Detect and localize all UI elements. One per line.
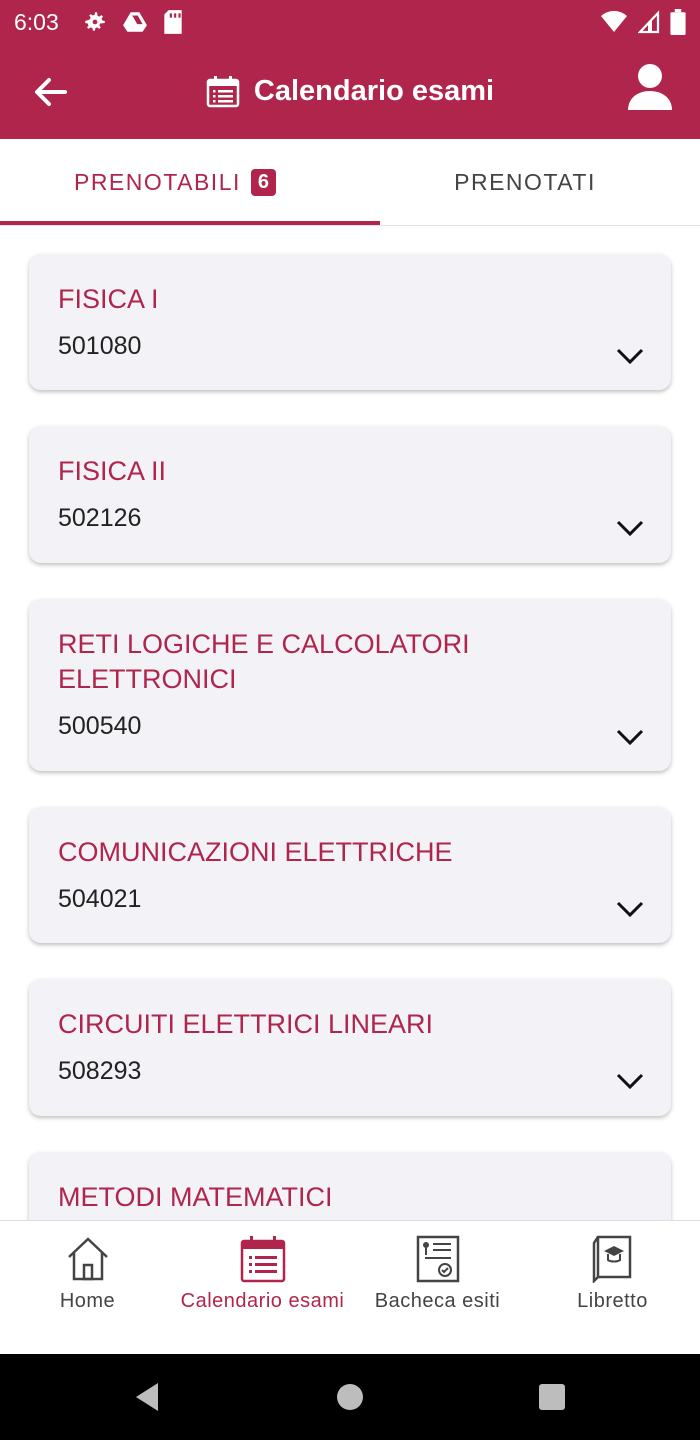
exam-title: FISICA I (58, 284, 159, 314)
profile-button[interactable] (626, 62, 674, 118)
chevron-down-icon[interactable] (615, 518, 645, 538)
home-icon (67, 1237, 108, 1281)
status-icons-right (600, 9, 686, 35)
chevron-down-icon[interactable] (615, 727, 645, 747)
results-board-icon (416, 1235, 459, 1283)
app-bar-title-group: Calendario esami (0, 44, 700, 139)
nav-label: Libretto (577, 1290, 648, 1312)
exam-card[interactable]: RETI LOGICHE E CALCOLATORI ELETTRONICI 5… (29, 599, 671, 771)
system-navigation-bar (0, 1354, 700, 1440)
recents-square-icon[interactable] (536, 1381, 568, 1413)
signal-icon (638, 10, 660, 34)
page-title: Calendario esami (253, 75, 495, 107)
back-triangle-icon[interactable] (132, 1381, 164, 1413)
nav-item-bacheca-esiti[interactable]: Bacheca esiti (350, 1221, 525, 1355)
exam-list: FISICA I 501080 FISICA II 502126 RETI LO… (0, 226, 700, 1220)
nav-label: Bacheca esiti (374, 1290, 501, 1312)
exam-title: CIRCUITI ELETTRICI LINEARI (58, 1009, 434, 1039)
calendar-icon (240, 1236, 285, 1283)
exam-card[interactable]: FISICA II 502126 (29, 426, 671, 563)
exam-code: 508293 (58, 1057, 142, 1085)
drive-icon (123, 12, 147, 32)
battery-icon (670, 9, 686, 35)
nav-item-libretto[interactable]: Libretto (525, 1221, 700, 1355)
tab-prenotati[interactable]: PRENOTATI (350, 139, 700, 225)
exam-code: 500540 (58, 712, 142, 740)
exam-code: 504021 (58, 885, 142, 913)
chevron-down-icon[interactable] (615, 1071, 645, 1091)
chevron-down-icon[interactable] (615, 899, 645, 919)
chevron-down-icon[interactable] (615, 346, 645, 366)
exam-title: METODI MATEMATICI (58, 1182, 333, 1212)
tab-bar: PRENOTABILI 6 PRENOTATI (0, 139, 700, 226)
exam-code: 501080 (58, 332, 142, 360)
gear-icon (85, 12, 105, 31)
booklet-icon (592, 1235, 631, 1283)
sd-card-icon (164, 10, 182, 34)
exam-card[interactable]: CIRCUITI ELETTRICI LINEARI 508293 (29, 979, 671, 1116)
tab-label: PRENOTATI (454, 168, 596, 195)
status-icons-left (82, 9, 184, 35)
bottom-navigation: Home Calendario esami Bacheca esiti Libr… (0, 1220, 700, 1355)
exam-title: COMUNICAZIONI ELETTRICHE (58, 837, 453, 867)
nav-label: Calendario esami (180, 1290, 345, 1312)
person-icon (628, 64, 672, 110)
exam-code: 502126 (58, 504, 142, 532)
exam-title: RETI LOGICHE E CALCOLATORI ELETTRONICI (58, 629, 470, 694)
nav-item-calendario-esami[interactable]: Calendario esami (175, 1221, 350, 1355)
status-time: 6:03 (14, 9, 59, 35)
home-circle-icon[interactable] (334, 1381, 366, 1413)
exam-card[interactable]: FISICA I 501080 (29, 254, 671, 390)
active-tab-indicator (0, 221, 380, 225)
exam-title: FISICA II (58, 456, 167, 486)
nav-label: Home (59, 1290, 116, 1312)
exam-card[interactable]: METODI MATEMATICI (29, 1152, 671, 1220)
status-bar: 6:03 (0, 0, 700, 44)
tab-label: PRENOTABILI (73, 168, 241, 195)
count-badge: 6 (250, 168, 276, 196)
wifi-icon (601, 10, 627, 32)
exam-card[interactable]: COMUNICAZIONI ELETTRICHE 504021 (29, 807, 671, 943)
app-bar: Calendario esami (0, 44, 700, 139)
tab-prenotabili[interactable]: PRENOTABILI 6 (0, 139, 350, 225)
nav-item-home[interactable]: Home (0, 1221, 175, 1355)
calendar-icon (206, 75, 240, 107)
